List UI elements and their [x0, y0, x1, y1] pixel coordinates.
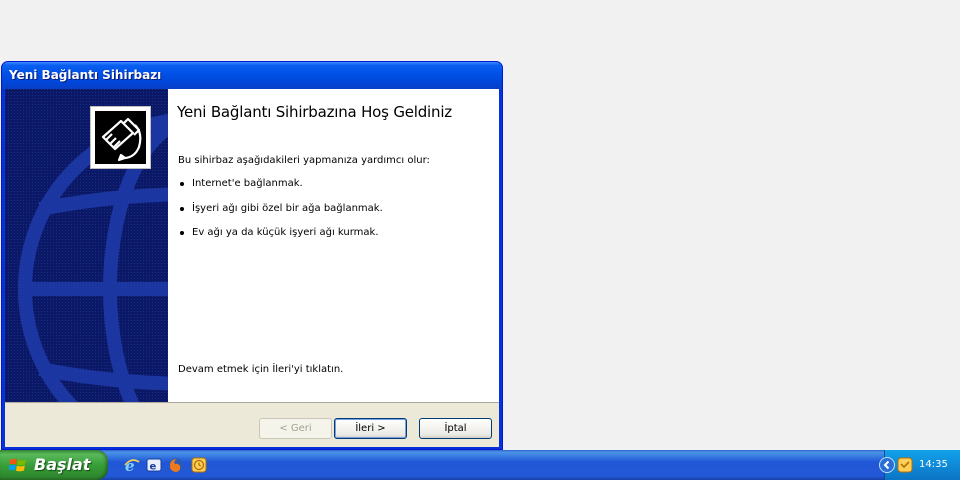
tray-expand-icon[interactable] — [879, 457, 895, 473]
window-title: Yeni Bağlantı Sihirbazı — [9, 68, 162, 82]
outlook-express-icon[interactable]: e — [146, 457, 162, 473]
next-button[interactable]: İleri > — [334, 418, 407, 439]
messenger-icon[interactable] — [191, 457, 207, 473]
network-cable-icon — [95, 111, 146, 164]
wizard-side-panel — [5, 89, 168, 402]
wizard-client-area: Yeni Bağlantı Sihirbazına Hoş Geldiniz B… — [5, 89, 499, 447]
wizard-continue-hint: Devam etmek için İleri'yi tıklatın. — [178, 364, 344, 375]
bullet-icon — [180, 206, 184, 211]
wizard-button-row: < Geri İleri > İptal — [5, 402, 499, 447]
taskbar: Başlat e e 14:35 — [0, 450, 960, 480]
wizard-heading: Yeni Bağlantı Sihirbazına Hoş Geldiniz — [177, 103, 452, 121]
tray-clock-app-icon[interactable] — [897, 457, 913, 473]
network-cable-logo — [90, 106, 151, 169]
list-item: Ev ağı ya da küçük işyeri ağı kurmak. — [178, 227, 383, 252]
cancel-button[interactable]: İptal — [419, 418, 492, 439]
list-item: Internet'e bağlanmak. — [178, 178, 383, 203]
internet-explorer-icon[interactable]: e — [124, 457, 140, 473]
svg-text:e: e — [150, 462, 157, 473]
bullet-icon — [180, 182, 184, 186]
wizard-bullet-list: Internet'e bağlanmak. İşyeri ağı gibi öz… — [178, 178, 383, 252]
bullet-icon — [180, 231, 184, 235]
start-button[interactable]: Başlat — [0, 450, 108, 480]
wizard-window: Yeni Bağlantı Sihirbazı Yeni Bağlantı Si… — [1, 61, 503, 450]
wizard-intro-text: Bu sihirbaz aşağıdakileri yapmanıza yard… — [178, 155, 430, 166]
back-button[interactable]: < Geri — [259, 418, 332, 439]
start-label: Başlat — [34, 455, 91, 474]
clock: 14:35 — [919, 459, 948, 470]
title-bar[interactable]: Yeni Bağlantı Sihirbazı — [2, 62, 502, 89]
firefox-icon[interactable] — [168, 457, 184, 473]
system-tray: 14:35 — [879, 450, 960, 480]
wizard-content: Yeni Bağlantı Sihirbazına Hoş Geldiniz B… — [168, 89, 499, 402]
windows-logo-icon — [9, 458, 26, 472]
list-item: İşyeri ağı gibi özel bir ağa bağlanmak. — [178, 203, 383, 228]
